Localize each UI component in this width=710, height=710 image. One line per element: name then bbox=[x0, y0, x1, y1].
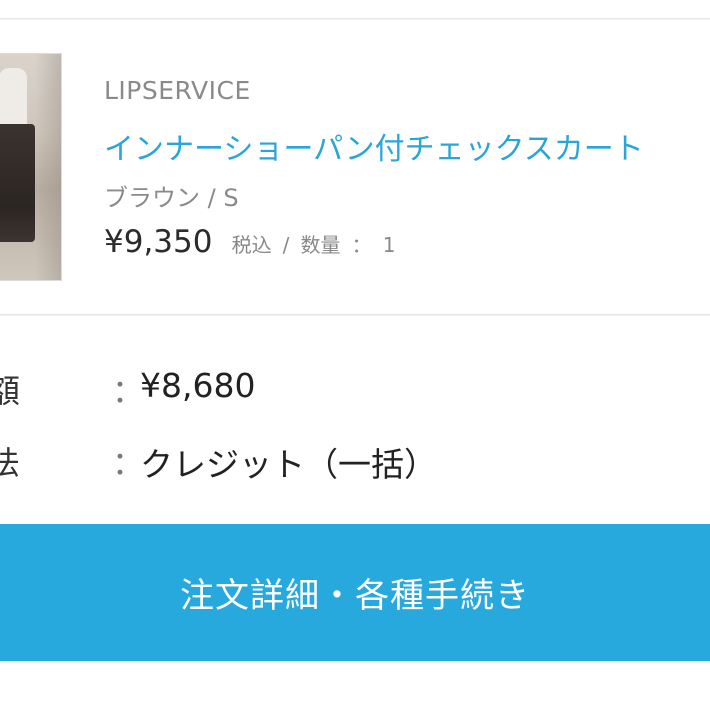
product-price: ¥9,350 bbox=[104, 224, 213, 260]
quantity-label: 数量 bbox=[300, 233, 341, 257]
top-divider-band bbox=[0, 0, 710, 19]
order-item-card: LIPSERVICE インナーショーパン付チェックスカート ブラウン / S ¥… bbox=[0, 20, 710, 315]
quantity-value: 1 bbox=[382, 233, 396, 257]
total-amount-label: 額 bbox=[0, 372, 21, 410]
total-amount-value: ¥8,680 bbox=[140, 366, 256, 405]
product-variant: ブラウン / S bbox=[104, 184, 239, 212]
bottom-band bbox=[0, 661, 710, 710]
price-row: ¥9,350 税込 / 数量 ： 1 bbox=[104, 224, 395, 260]
payment-method-label: 法 bbox=[0, 444, 21, 482]
thumbnail-figure-skirt bbox=[0, 124, 35, 242]
order-summary: 額 ： ¥8,680 法 ： クレジット（一括） bbox=[0, 316, 710, 524]
payment-method-value: クレジット（一括） bbox=[140, 445, 437, 484]
product-thumbnail[interactable] bbox=[0, 53, 62, 281]
brand-name: LIPSERVICE bbox=[104, 76, 251, 105]
price-separator: / bbox=[282, 233, 290, 257]
thumbnail-figure-top bbox=[0, 68, 27, 128]
product-name-link[interactable]: インナーショーパン付チェックスカート bbox=[104, 124, 644, 168]
order-details-button[interactable]: 注文詳細・各種手続き bbox=[0, 524, 710, 661]
tax-included-label: 税込 bbox=[231, 233, 272, 257]
thumbnail-shade bbox=[35, 54, 61, 280]
quantity-colon: ： bbox=[351, 233, 372, 257]
